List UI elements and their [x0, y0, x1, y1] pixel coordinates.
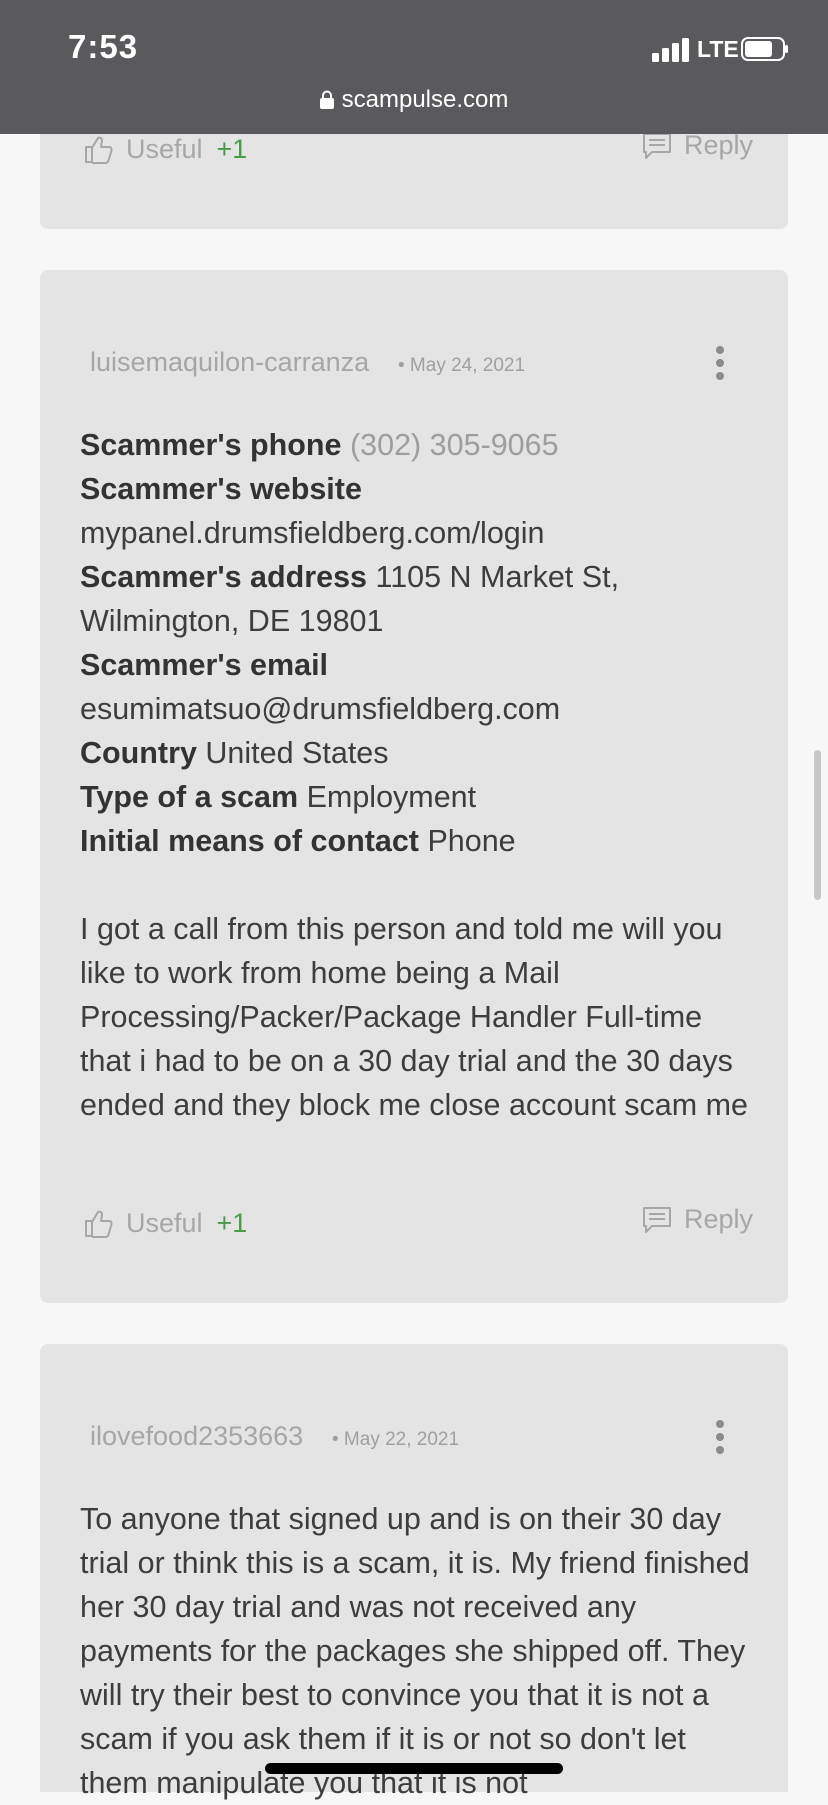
- website-value: mypanel.drumsfieldberg.com/login: [80, 516, 545, 550]
- reply-icon: [643, 1206, 671, 1233]
- comment-author[interactable]: luisemaquilon-carranza: [90, 347, 369, 378]
- more-options-icon[interactable]: [715, 1419, 725, 1455]
- status-time: 7:53: [68, 28, 139, 65]
- website-label: Scammer's website: [80, 472, 362, 506]
- lock-icon: [319, 90, 334, 109]
- useful-button[interactable]: Useful +1: [82, 1207, 247, 1239]
- thumbs-up-icon: [85, 1210, 113, 1238]
- country-value: United States: [205, 736, 389, 770]
- address-bar[interactable]: scampulse.com: [0, 86, 828, 114]
- reply-label: Reply: [684, 1204, 754, 1234]
- home-indicator[interactable]: [265, 1763, 563, 1774]
- comment-card: ilovefood2353663 • May 22, 2021 To anyon…: [40, 1344, 788, 1800]
- status-bar: 7:53 LTE scampulse.com: [0, 0, 828, 134]
- field-website: Scammer's website mypanel.drumsfieldberg…: [80, 467, 760, 555]
- thumbs-up-icon: [85, 136, 113, 164]
- scam-type-value: Employment: [306, 780, 477, 814]
- useful-button[interactable]: Useful +1: [82, 133, 247, 165]
- useful-label: Useful: [126, 133, 203, 164]
- signal-icon: [652, 38, 689, 62]
- address-label: Scammer's address: [80, 560, 368, 594]
- country-label: Country: [80, 736, 197, 770]
- phone-label: Scammer's phone: [80, 428, 342, 462]
- field-country: Country United States: [80, 731, 760, 775]
- scam-type-label: Type of a scam: [80, 780, 299, 814]
- email-label: Scammer's email: [80, 648, 329, 682]
- more-options-icon[interactable]: [715, 345, 725, 381]
- reply-label: Reply: [684, 130, 754, 160]
- comment-author[interactable]: ilovefood2353663: [90, 1421, 303, 1452]
- url-text: scampulse.com: [341, 86, 509, 113]
- field-contact: Initial means of contact Phone: [80, 819, 760, 863]
- phone-value[interactable]: (302) 305-9065: [350, 428, 559, 462]
- comment-date: • May 24, 2021: [398, 355, 526, 376]
- battery-icon: [741, 37, 788, 61]
- report-fields: Scammer's phone (302) 305-9065 Scammer's…: [80, 423, 760, 1127]
- contact-label: Initial means of contact: [80, 824, 419, 858]
- network-type: LTE: [697, 36, 739, 62]
- contact-value: Phone: [427, 824, 516, 858]
- field-phone: Scammer's phone (302) 305-9065: [80, 423, 760, 467]
- reply-icon: [643, 132, 671, 159]
- reply-button[interactable]: Reply: [642, 130, 753, 161]
- scrollbar[interactable]: [814, 750, 821, 900]
- email-value: esumimatsuo@drumsfieldberg.com: [80, 692, 561, 726]
- useful-label: Useful: [126, 1207, 203, 1238]
- useful-count: +1: [216, 1207, 248, 1238]
- comment-date: • May 22, 2021: [332, 1429, 460, 1450]
- field-address: Scammer's address 1105 N Market St, Wilm…: [80, 555, 760, 643]
- report-card: luisemaquilon-carranza • May 24, 2021 Sc…: [40, 270, 788, 1303]
- comment-text: To anyone that signed up and is on their…: [80, 1502, 750, 1800]
- field-email: Scammer's email esumimatsuo@drumsfieldbe…: [80, 643, 760, 731]
- report-text: I got a call from this person and told m…: [80, 912, 748, 1122]
- field-scam-type: Type of a scam Employment: [80, 775, 760, 819]
- useful-count: +1: [216, 133, 248, 164]
- reply-button[interactable]: Reply: [642, 1204, 753, 1235]
